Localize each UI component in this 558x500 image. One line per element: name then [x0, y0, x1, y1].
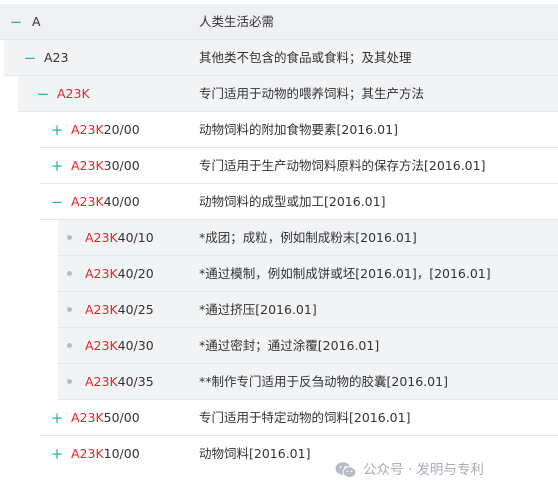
leaf-bullet-icon: [67, 307, 72, 312]
leaf-bullet-icon: [67, 343, 72, 348]
code-prefix: A: [32, 14, 41, 29]
leaf-bullet-icon: [67, 379, 72, 384]
tree-row-a23k-40-00[interactable]: − A23K40/00 动物饲料的成型或加工[2016.01]: [0, 184, 558, 220]
class-description: 专门适用于特定动物的饲料[2016.01]: [199, 410, 411, 425]
class-code: A23K30/00: [71, 148, 140, 184]
tree-row-a23k-30-00[interactable]: + A23K30/00 专门适用于生产动物饲料原料的保存方法[2016.01]: [0, 148, 558, 184]
class-description: *通过密封；通过涂覆[2016.01]: [199, 338, 380, 353]
class-code: A23K40/20: [85, 256, 154, 292]
collapse-icon[interactable]: −: [50, 184, 64, 220]
class-description: *通过挤压[2016.01]: [199, 302, 317, 317]
leaf-bullet-icon: [67, 271, 72, 276]
code-class: A23K: [85, 266, 118, 281]
code-suffix: 40/00: [103, 194, 140, 209]
tree-row-a23k-40-35[interactable]: A23K40/35 **制作专门适用于反刍动物的胶囊[2016.01]: [0, 364, 558, 400]
class-code: A23K50/00: [71, 400, 140, 436]
tree-row-a23k-40-10[interactable]: A23K40/10 *成团；成粒，例如制成粉末[2016.01]: [0, 220, 558, 256]
collapse-icon[interactable]: −: [9, 4, 23, 40]
code-suffix: 40/25: [117, 302, 154, 317]
tree-row-a23k-40-30[interactable]: A23K40/30 *通过密封；通过涂覆[2016.01]: [0, 328, 558, 364]
code-suffix: 50/00: [103, 410, 140, 425]
tree-row-a23[interactable]: − A23 其他类不包含的食品或食料；及其处理: [0, 40, 558, 76]
code-class: A23K: [85, 374, 118, 389]
code-suffix: 20/00: [103, 122, 140, 137]
expand-icon[interactable]: +: [50, 112, 64, 148]
code-suffix: 40/35: [117, 374, 154, 389]
code-prefix: A23: [44, 50, 69, 65]
tree-row-a23k-40-20[interactable]: A23K40/20 *通过模制，例如制成饼或坯[2016.01]，[2016.0…: [0, 256, 558, 292]
class-code: A23K40/35: [85, 364, 154, 400]
class-description: 动物饲料的成型或加工[2016.01]: [199, 194, 386, 209]
collapse-icon[interactable]: −: [23, 40, 37, 76]
class-description: 动物饲料[2016.01]: [199, 446, 311, 461]
code-suffix: 40/30: [117, 338, 154, 353]
class-code: A23K: [57, 76, 90, 112]
collapse-icon[interactable]: −: [36, 76, 50, 112]
code-class: A23K: [85, 230, 118, 245]
class-code: A: [32, 4, 41, 40]
class-code: A23K40/25: [85, 292, 154, 328]
class-description: *成团；成粒，例如制成粉末[2016.01]: [199, 230, 417, 245]
tree-row-a[interactable]: − A 人类生活必需: [0, 4, 558, 40]
class-description: 其他类不包含的食品或食料；及其处理: [199, 50, 412, 65]
code-class: A23K: [71, 158, 104, 173]
class-code: A23K40/00: [71, 184, 140, 220]
code-class: A23K: [85, 302, 118, 317]
tree-row-a23k-20-00[interactable]: + A23K20/00 动物饲料的附加食物要素[2016.01]: [0, 112, 558, 148]
row-background: [0, 4, 558, 40]
tree-row-a23k[interactable]: − A23K 专门适用于动物的喂养饲料；其生产方法: [0, 76, 558, 112]
class-code: A23K40/30: [85, 328, 154, 364]
code-class: A23K: [71, 446, 104, 461]
class-description: 专门适用于生产动物饲料原料的保存方法[2016.01]: [199, 158, 486, 173]
class-code: A23K40/10: [85, 220, 154, 256]
expand-icon[interactable]: +: [50, 436, 64, 472]
leaf-bullet-icon: [67, 235, 72, 240]
code-suffix: 30/00: [103, 158, 140, 173]
wechat-icon: [335, 462, 357, 479]
code-class: A23K: [71, 122, 104, 137]
class-description: 人类生活必需: [199, 14, 275, 29]
code-class: A23K: [71, 194, 104, 209]
class-description: 动物饲料的附加食物要素[2016.01]: [199, 122, 398, 137]
code-suffix: 10/00: [103, 446, 140, 461]
code-class: A23K: [71, 410, 104, 425]
class-description: **制作专门适用于反刍动物的胶囊[2016.01]: [199, 374, 448, 389]
class-code: A23K10/00: [71, 436, 140, 472]
class-description: 专门适用于动物的喂养饲料；其生产方法: [199, 86, 425, 101]
tree-row-a23k-40-25[interactable]: A23K40/25 *通过挤压[2016.01]: [0, 292, 558, 328]
watermark-text: 公众号 · 发明与专利: [363, 462, 484, 478]
code-class: A23K: [57, 86, 90, 101]
class-code: A23: [44, 40, 68, 76]
expand-icon[interactable]: +: [50, 400, 64, 436]
class-description: *通过模制，例如制成饼或坯[2016.01]，[2016.01]: [199, 266, 491, 281]
watermark: 公众号 · 发明与专利: [335, 456, 484, 484]
tree-row-a23k-50-00[interactable]: + A23K50/00 专门适用于特定动物的饲料[2016.01]: [0, 400, 558, 436]
code-suffix: 40/10: [117, 230, 154, 245]
expand-icon[interactable]: +: [50, 148, 64, 184]
code-class: A23K: [85, 338, 118, 353]
code-suffix: 40/20: [117, 266, 154, 281]
class-code: A23K20/00: [71, 112, 140, 148]
